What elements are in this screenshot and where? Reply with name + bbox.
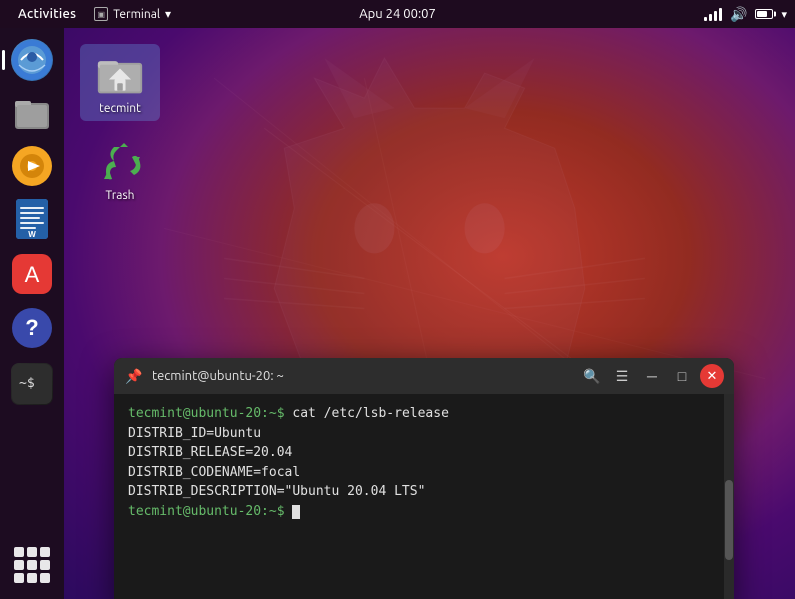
- terminal-titlebar[interactable]: 📌 tecmint@ubuntu-20: ~ 🔍 ☰ ─ □ ✕: [114, 358, 734, 394]
- terminal-minimize-button[interactable]: ─: [640, 364, 664, 388]
- apps-dot: [14, 573, 24, 583]
- terminal-body: tecmint@ubuntu-20:~$ cat /etc/lsb-releas…: [114, 394, 734, 599]
- apps-dot: [27, 573, 37, 583]
- terminal-controls: 🔍 ☰ ─ □ ✕: [580, 364, 724, 388]
- appcenter-icon: A: [11, 253, 53, 299]
- terminal-titlebar-icon: ▣: [94, 7, 108, 21]
- terminal-dock-icon: ~$: [11, 363, 53, 405]
- terminal-menu-button[interactable]: ☰: [610, 364, 634, 388]
- dock-item-files[interactable]: [8, 90, 56, 138]
- terminal-prompt-1: tecmint@ubuntu-20:~$: [128, 406, 285, 421]
- terminal-window: 📌 tecmint@ubuntu-20: ~ 🔍 ☰ ─ □ ✕ tecmint…: [114, 358, 734, 599]
- desktop-icons-container: tecmint: [64, 28, 176, 234]
- topbar-datetime[interactable]: Apu 24 00:07: [359, 7, 436, 21]
- desktop: tecmint: [64, 28, 795, 599]
- terminal-prompt-2: tecmint@ubuntu-20:~$: [128, 504, 285, 519]
- apps-dot: [40, 547, 50, 557]
- svg-text:?: ?: [25, 315, 38, 340]
- rhythmbox-icon: [11, 145, 53, 191]
- apps-dot: [27, 560, 37, 570]
- activities-button[interactable]: Activities: [8, 0, 86, 28]
- terminal-line-prompt: tecmint@ubuntu-20:~$: [128, 502, 720, 522]
- network-bar-4: [719, 8, 722, 21]
- terminal-output-4: DISTRIB_DESCRIPTION="Ubuntu 20.04 LTS": [128, 482, 720, 502]
- dock-item-writer[interactable]: W: [8, 198, 56, 246]
- system-menu-icon[interactable]: ▾: [781, 8, 787, 21]
- terminal-output-2: DISTRIB_RELEASE=20.04: [128, 443, 720, 463]
- apps-dot: [14, 560, 24, 570]
- network-bar-2: [709, 14, 712, 21]
- terminal-menu-button[interactable]: ▣ Terminal ▾: [86, 0, 179, 28]
- thunderbird-icon: [11, 39, 53, 81]
- dock: W A ? ~$: [0, 28, 64, 599]
- topbar-right: 🔊 ▾: [704, 6, 787, 23]
- terminal-output-3: DISTRIB_CODENAME=focal: [128, 463, 720, 483]
- battery-fill: [757, 11, 767, 17]
- desktop-icon-tecmint-home[interactable]: tecmint: [80, 44, 160, 121]
- svg-text:~$: ~$: [19, 376, 35, 391]
- topbar: Activities ▣ Terminal ▾ Apu 24 00:07 🔊 ▾: [0, 0, 795, 28]
- dock-item-rhythmbox[interactable]: [8, 144, 56, 192]
- dock-item-help[interactable]: ?: [8, 306, 56, 354]
- terminal-close-button[interactable]: ✕: [700, 364, 724, 388]
- terminal-title-area: 📌 tecmint@ubuntu-20: ~: [124, 366, 284, 386]
- apps-dot: [14, 547, 24, 557]
- apps-dot: [40, 573, 50, 583]
- terminal-line-1: tecmint@ubuntu-20:~$ cat /etc/lsb-releas…: [128, 404, 720, 424]
- dock-item-appcenter[interactable]: A: [8, 252, 56, 300]
- writer-icon: W: [14, 199, 50, 245]
- terminal-cursor: [292, 505, 300, 519]
- apps-grid: [14, 547, 50, 583]
- help-icon: ?: [11, 307, 53, 353]
- dock-item-terminal[interactable]: ~$: [8, 360, 56, 408]
- battery-icon[interactable]: [755, 9, 773, 19]
- dock-item-thunderbird[interactable]: [8, 36, 56, 84]
- files-icon: [11, 91, 53, 137]
- show-applications-icon: [11, 544, 53, 586]
- terminal-title-text: tecmint@ubuntu-20: ~: [152, 369, 284, 383]
- terminal-search-button[interactable]: 🔍: [580, 364, 604, 388]
- volume-icon[interactable]: 🔊: [730, 6, 747, 23]
- terminal-menu-label: Terminal: [113, 8, 160, 21]
- trash-label: Trash: [105, 189, 134, 202]
- dock-item-apps[interactable]: [8, 541, 56, 589]
- topbar-left: Activities ▣ Terminal ▾: [8, 0, 179, 28]
- network-bar-1: [704, 17, 707, 21]
- apps-dot: [27, 547, 37, 557]
- trash-icon: [96, 137, 144, 185]
- home-folder-icon: [96, 50, 144, 98]
- terminal-pin-icon: 📌: [124, 366, 144, 386]
- network-icon[interactable]: [704, 7, 722, 21]
- network-bar-3: [714, 11, 717, 21]
- terminal-output-1: DISTRIB_ID=Ubuntu: [128, 424, 720, 444]
- svg-text:W: W: [28, 230, 36, 239]
- scrollbar-thumb[interactable]: [725, 480, 733, 560]
- svg-text:A: A: [25, 262, 40, 287]
- terminal-scrollbar[interactable]: [724, 394, 734, 599]
- tecmint-home-label: tecmint: [99, 102, 141, 115]
- desktop-icon-trash[interactable]: Trash: [80, 131, 160, 208]
- apps-dot: [40, 560, 50, 570]
- terminal-dropdown-icon: ▾: [165, 7, 171, 21]
- terminal-command-1: cat /etc/lsb-release: [292, 406, 449, 421]
- terminal-maximize-button[interactable]: □: [670, 364, 694, 388]
